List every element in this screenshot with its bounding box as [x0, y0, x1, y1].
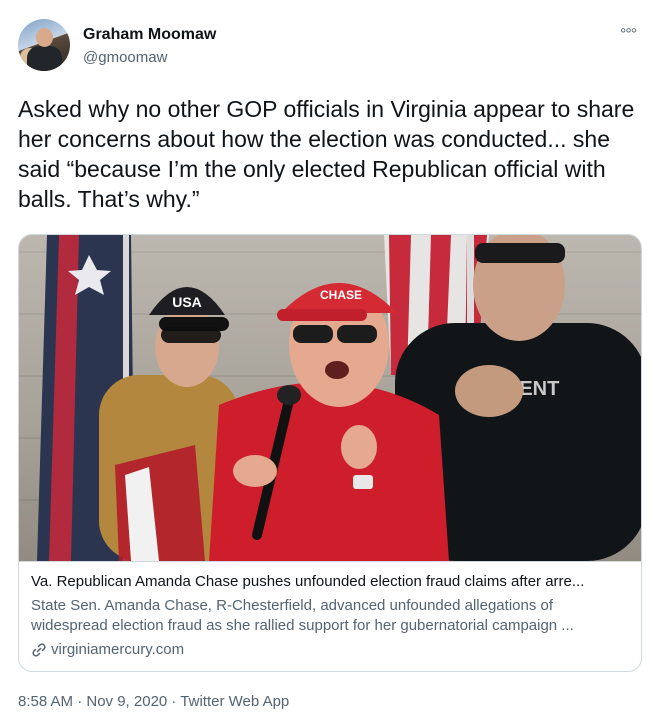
author-name[interactable]: Graham Moomaw: [83, 26, 216, 44]
card-domain-row[interactable]: virginiamercury.com: [31, 640, 629, 660]
card-photo-illustration: USA MENT CHASE: [37, 235, 641, 561]
card-image[interactable]: USA MENT CHASE: [19, 235, 641, 561]
tweet-timestamp[interactable]: 8:58 AM · Nov 9, 2020 · Twitter Web App: [18, 693, 289, 710]
tweet: Graham Moomaw @gmoomaw °°° Asked why no …: [0, 0, 652, 722]
link-card[interactable]: USA MENT CHASE Va. Republican Amanda Cha…: [18, 234, 642, 672]
avatar-body: [27, 46, 62, 71]
card-domain[interactable]: virginiamercury.com: [51, 640, 184, 660]
author-handle[interactable]: @gmoomaw: [83, 49, 167, 66]
tweet-text: Asked why no other GOP officials in Virg…: [18, 96, 635, 212]
avatar[interactable]: [18, 19, 70, 71]
svg-text:USA: USA: [172, 294, 202, 310]
cap-logo: CHASE: [320, 288, 362, 302]
card-meta[interactable]: Va. Republican Amanda Chase pushes unfou…: [19, 561, 641, 671]
card-title[interactable]: Va. Republican Amanda Chase pushes unfou…: [31, 572, 629, 592]
more-options-icon[interactable]: °°°: [620, 26, 637, 44]
avatar-head: [36, 28, 53, 47]
link-icon: [32, 643, 46, 657]
card-description: State Sen. Amanda Chase, R-Chesterfield,…: [31, 597, 574, 634]
